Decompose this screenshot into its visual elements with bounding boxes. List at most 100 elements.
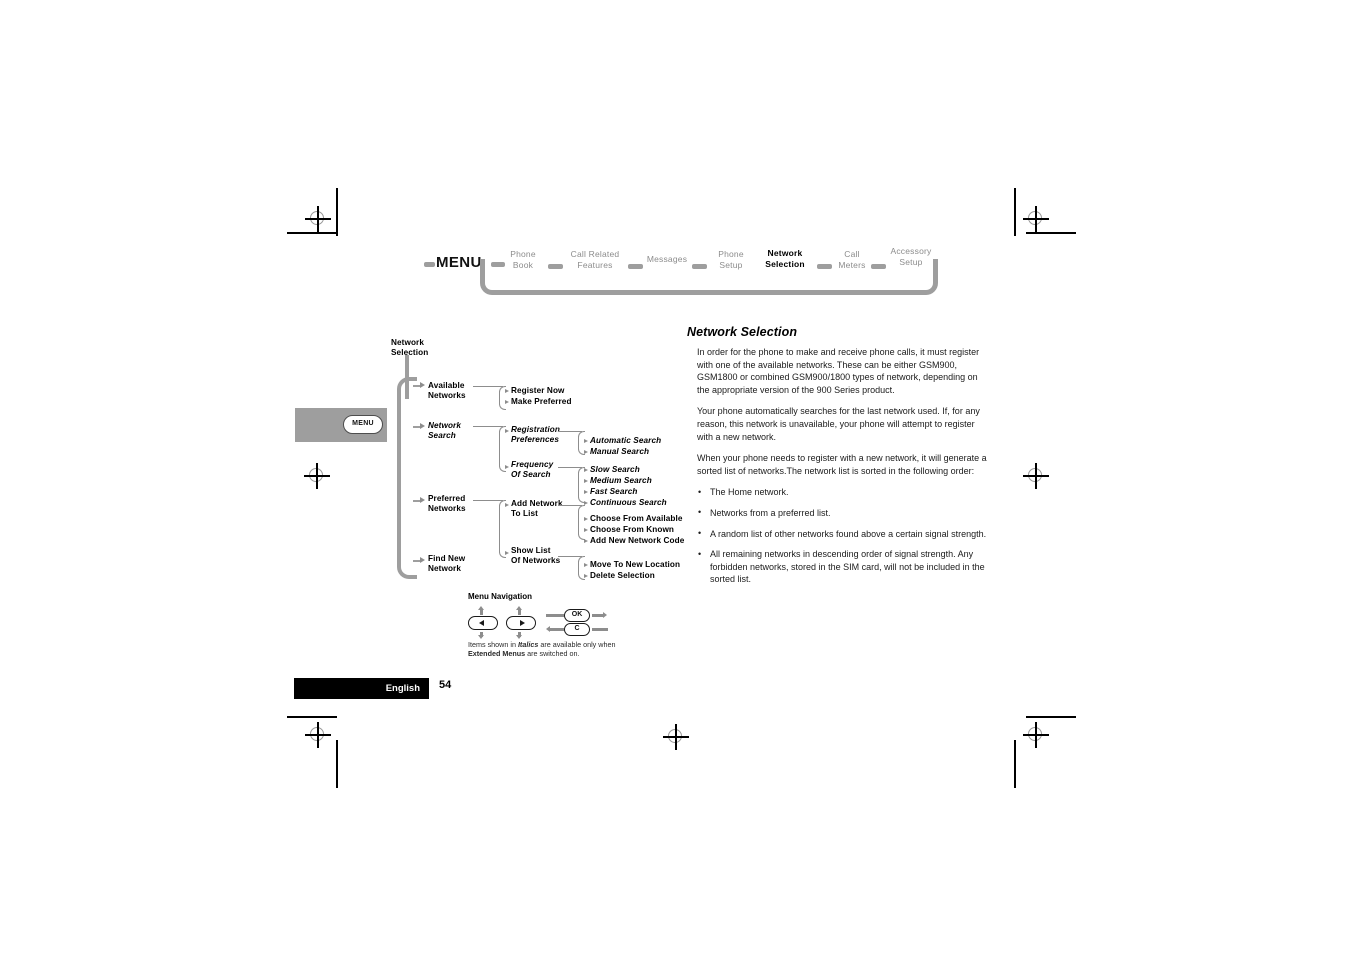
clear-key-label: C	[574, 625, 580, 632]
tree-label-line2: Networks	[428, 391, 466, 401]
tree-node-preferred-networks[interactable]: Preferred Networks	[428, 494, 466, 514]
nav-separator-3	[692, 264, 707, 269]
tree-label-line1: Preferred	[428, 494, 466, 503]
paragraph-2: Your phone automatically searches for th…	[697, 406, 980, 442]
registration-mark-mid-right	[1023, 463, 1049, 489]
nav-item-line1: Phone	[510, 249, 536, 259]
menu-pill-label: MENU	[352, 420, 374, 427]
nav-item-line1: Call	[844, 249, 860, 259]
tree-node-show-list-of-networks[interactable]: Show List Of Networks	[511, 546, 560, 566]
menu-side-tab: MENU	[295, 408, 387, 442]
tree-node-register-now[interactable]: Register Now	[511, 386, 565, 396]
trim-line-top-right-v	[1014, 188, 1016, 236]
menu-breadcrumb-bar: MENU Phone Book Call Related Features Me…	[424, 243, 944, 295]
tree-node-medium-search[interactable]: Medium Search	[590, 476, 652, 486]
trim-line-bottom-right-v	[1014, 740, 1016, 788]
tree-label-line2: Of Networks	[511, 556, 561, 566]
tree-arrow-show-list-of-networks	[505, 550, 509, 555]
tree-arrow-make-preferred	[505, 399, 509, 404]
tree-label-line1: Available	[428, 381, 465, 390]
list-item: All remaining networks in descending ord…	[697, 548, 987, 586]
nav-item-messages[interactable]: Messages	[643, 254, 691, 265]
nav-item-line1: Accessory	[890, 246, 932, 256]
tree-node-choose-from-available[interactable]: Choose From Available	[590, 514, 683, 524]
ok-key[interactable]: OK	[564, 609, 590, 622]
tree-node-automatic-search[interactable]: Automatic Search	[590, 436, 661, 446]
nav-item-phone-setup[interactable]: Phone Setup	[710, 249, 752, 270]
tree-arrow-fast-search	[584, 489, 588, 494]
tree-label-line1: Choose From Available	[590, 514, 683, 523]
tree-node-choose-from-known[interactable]: Choose From Known	[590, 525, 674, 535]
tree-label-line2: Of Search	[511, 470, 551, 480]
tree-bracket-frequency-children	[578, 467, 585, 503]
tree-node-move-to-new-location[interactable]: Move To New Location	[590, 560, 680, 570]
nav-item-phone-book[interactable]: Phone Book	[500, 249, 546, 270]
tree-node-registration-preferences[interactable]: Registration Preferences	[511, 425, 560, 445]
right-nav-key[interactable]	[506, 616, 536, 630]
tree-arrow-find-new-network	[420, 556, 425, 563]
tree-arrow-medium-search	[584, 478, 588, 483]
tree-label-line2: Preferences	[511, 435, 559, 445]
nav-item-call-meters[interactable]: Call Meters	[834, 249, 870, 270]
tree-arrow-add-network-to-list	[505, 502, 509, 507]
tree-label-line2: Selection	[391, 348, 429, 358]
tree-node-manual-search[interactable]: Manual Search	[590, 447, 649, 457]
tree-node-make-preferred[interactable]: Make Preferred	[511, 397, 572, 407]
up-arrow-stem-right	[518, 610, 521, 615]
clear-key[interactable]: C	[564, 623, 590, 636]
tree-arrow-register-now	[505, 388, 509, 393]
tree-node-continuous-search[interactable]: Continuous Search	[590, 498, 667, 508]
nav-separator-5	[871, 264, 886, 269]
list-item: A random list of other networks found ab…	[697, 527, 987, 541]
ok-key-label: OK	[571, 611, 583, 618]
tree-label-line2: Networks	[428, 504, 466, 514]
tree-node-slow-search[interactable]: Slow Search	[590, 465, 640, 475]
tree-arrow-slow-search	[584, 467, 588, 472]
tree-arrow-move-to-new-location	[584, 562, 588, 567]
menu-pill-icon: MENU	[343, 415, 383, 434]
paragraph-3: When your phone needs to register with a…	[697, 453, 987, 476]
ok-arrow-icon	[603, 611, 607, 618]
down-arrow-icon-right	[516, 635, 522, 639]
trim-line-bottom-left-v	[336, 740, 338, 788]
trim-line-top-left-v	[336, 188, 338, 236]
legend-note-part3: are switched on.	[525, 649, 580, 658]
tree-root-label: Network Selection	[391, 338, 428, 358]
tree-node-fast-search[interactable]: Fast Search	[590, 487, 638, 497]
tree-label-line1: Frequency	[511, 460, 554, 469]
tree-node-frequency-of-search[interactable]: Frequency Of Search	[511, 460, 553, 480]
nav-item-accessory-setup[interactable]: Accessory Setup	[886, 246, 936, 267]
left-nav-key[interactable]	[468, 616, 498, 630]
tree-node-network-search[interactable]: Network Search	[428, 421, 461, 441]
nav-item-line1: Messages	[646, 254, 688, 264]
page-number: 54	[439, 679, 452, 691]
trim-line-bottom-left-h	[287, 716, 337, 718]
menu-dash-left-icon	[424, 262, 435, 267]
nav-item-line2: Setup	[899, 256, 923, 267]
registration-mark-bottom-left	[305, 722, 331, 748]
tree-arrow-automatic-search	[584, 438, 588, 443]
tree-arrow-delete-selection	[584, 573, 588, 578]
tree-node-find-new-network[interactable]: Find New Network	[428, 554, 465, 574]
nav-item-line1: Call Related	[570, 249, 620, 259]
tree-node-add-network-to-list[interactable]: Add Network To List	[511, 499, 563, 519]
tree-node-add-new-network-code[interactable]: Add New Network Code	[590, 536, 684, 546]
nav-item-line1: Phone	[718, 249, 744, 259]
tree-node-available-networks[interactable]: Available Networks	[428, 381, 466, 401]
tree-label-line1: Registration	[511, 425, 560, 434]
nav-item-call-related-features[interactable]: Call Related Features	[564, 249, 626, 270]
tree-label-line1: Delete Selection	[590, 571, 655, 580]
tree-connector-network-search	[473, 426, 503, 428]
tree-connector-available	[473, 386, 503, 388]
tree-bracket-preferred-children	[499, 500, 506, 558]
manual-page: MENU Phone Book Call Related Features Me…	[0, 0, 1351, 954]
nav-item-network-selection[interactable]: Network Selection	[754, 248, 816, 269]
trim-line-top-left-h	[287, 232, 337, 234]
tree-label-line1: Medium Search	[590, 476, 652, 485]
tree-arrow-add-new-network-code	[584, 538, 588, 543]
nav-separator-4	[817, 264, 832, 269]
nav-item-line2: Meters	[838, 259, 866, 270]
menu-root-label: MENU	[436, 254, 482, 271]
tree-node-delete-selection[interactable]: Delete Selection	[590, 571, 655, 581]
nav-separator-2	[628, 264, 643, 269]
